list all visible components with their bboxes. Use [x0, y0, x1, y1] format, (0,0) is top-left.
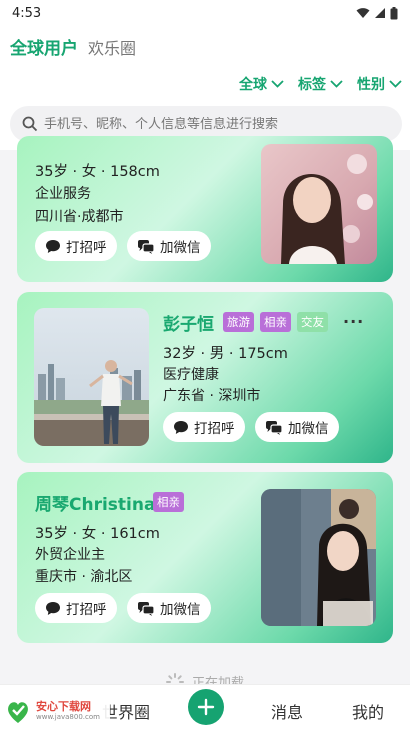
- nav-mine[interactable]: 我的: [352, 699, 384, 723]
- search-input[interactable]: [44, 116, 384, 132]
- chevron-down-icon: [330, 80, 343, 88]
- nav-messages[interactable]: 消息: [271, 699, 303, 723]
- wechat-icon: [138, 239, 155, 254]
- add-wechat-label: 加微信: [160, 240, 201, 256]
- user-photo[interactable]: [261, 489, 376, 626]
- add-wechat-label: 加微信: [160, 602, 201, 618]
- user-card[interactable]: 35岁 · 女 · 158cm 企业服务 四川省·成都市 打招呼 加微信: [17, 136, 393, 282]
- chevron-down-icon: [389, 80, 402, 88]
- status-bar: 4:53: [0, 0, 410, 26]
- tab-happy-circle[interactable]: 欢乐圈: [88, 35, 136, 59]
- chat-bubble-icon: [46, 601, 60, 615]
- chat-bubble-icon: [174, 420, 188, 434]
- more-options-icon[interactable]: ···: [343, 312, 364, 331]
- watermark-logo: [4, 697, 32, 725]
- filter-bar: 全球 标签 性别: [239, 74, 402, 94]
- user-age-gender-height: 35岁 · 女 · 158cm: [35, 164, 160, 180]
- user-industry: 医疗健康: [163, 367, 219, 383]
- add-wechat-label: 加微信: [288, 421, 329, 437]
- user-photo[interactable]: [261, 144, 377, 264]
- user-age-gender-height: 32岁 · 男 · 175cm: [163, 346, 288, 362]
- tab-global-users[interactable]: 全球用户: [10, 34, 78, 59]
- filter-gender[interactable]: 性别: [357, 74, 402, 94]
- watermark-text: 安心下载网 www.java800.com: [36, 700, 100, 722]
- wechat-icon: [138, 601, 155, 616]
- greet-button[interactable]: 打招呼: [35, 231, 117, 261]
- publish-button[interactable]: [188, 689, 224, 725]
- user-name: 彭子恒: [163, 315, 214, 335]
- add-wechat-button[interactable]: 加微信: [255, 412, 339, 442]
- chat-bubble-icon: [46, 239, 60, 253]
- user-location: 重庆市 · 渝北区: [35, 569, 133, 585]
- watermark-title: 安心下载网: [36, 700, 91, 713]
- user-card[interactable]: 彭子恒 旅游 相亲 交友 ··· 32岁 · 男 · 175cm 医疗健康 广东…: [17, 292, 393, 463]
- wifi-icon: [356, 8, 370, 18]
- status-icons: [356, 6, 398, 20]
- tag-friendship: 交友: [297, 312, 328, 332]
- filter-tags[interactable]: 标签: [298, 74, 343, 94]
- filter-region[interactable]: 全球: [239, 74, 284, 94]
- tab-bar: 全球用户 欢乐圈: [10, 34, 136, 59]
- greet-label: 打招呼: [66, 240, 107, 256]
- user-industry: 企业服务: [35, 186, 91, 202]
- filter-tags-label: 标签: [298, 77, 326, 93]
- chevron-down-icon: [271, 80, 284, 88]
- signal-icon: [375, 8, 385, 18]
- watermark: 安心下载网 www.java800.com: [2, 694, 110, 728]
- user-card[interactable]: 周琴Christina 相亲 35岁 · 女 · 161cm 外贸企业主 重庆市…: [17, 472, 393, 643]
- add-wechat-button[interactable]: 加微信: [127, 593, 211, 623]
- top-header: 全球用户 欢乐圈 全球 标签 性别: [0, 26, 410, 150]
- user-photo[interactable]: [34, 308, 149, 446]
- greet-label: 打招呼: [194, 421, 235, 437]
- battery-icon: [390, 6, 398, 19]
- user-location: 广东省 · 深圳市: [163, 388, 261, 404]
- watermark-url: www.java800.com: [36, 713, 100, 721]
- filter-gender-label: 性别: [357, 77, 385, 93]
- greet-button[interactable]: 打招呼: [35, 593, 117, 623]
- user-industry: 外贸企业主: [35, 547, 105, 563]
- search-icon: [22, 116, 38, 132]
- tag-travel: 旅游: [223, 312, 254, 332]
- filter-region-label: 全球: [239, 77, 267, 93]
- tag-matchmaking: 相亲: [260, 312, 291, 332]
- user-age-gender-height: 35岁 · 女 · 161cm: [35, 526, 160, 542]
- plus-icon: [197, 698, 215, 716]
- tag-matchmaking: 相亲: [153, 492, 184, 512]
- status-time: 4:53: [12, 5, 42, 21]
- add-wechat-button[interactable]: 加微信: [127, 231, 211, 261]
- wechat-icon: [266, 420, 283, 435]
- user-location: 四川省·成都市: [35, 209, 124, 225]
- greet-button[interactable]: 打招呼: [163, 412, 245, 442]
- user-name: 周琴Christina: [35, 495, 156, 515]
- greet-label: 打招呼: [66, 602, 107, 618]
